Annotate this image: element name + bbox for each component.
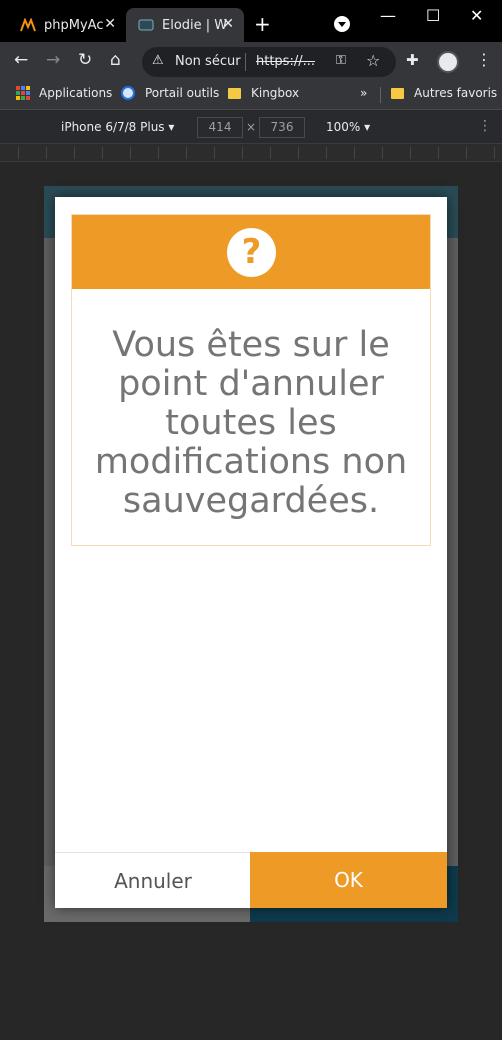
close-window-icon[interactable]: ✕ <box>470 6 483 25</box>
question-circle-icon: ? <box>227 228 276 277</box>
bookmark-autres-favoris[interactable]: Autres favoris <box>391 86 497 100</box>
confirm-dialog: ? Vous êtes sur le point d'annuler toute… <box>55 197 447 908</box>
zoom-select[interactable]: 100% ▾ <box>326 120 370 134</box>
dialog-header: ? <box>72 215 430 289</box>
forward-icon[interactable]: → <box>46 50 60 70</box>
warning-icon[interactable]: ⚠ <box>152 53 164 68</box>
address-bar[interactable]: ⚠ Non sécur https://... ⚿ ☆ <box>142 47 396 77</box>
tab-label: phpMyAc <box>44 17 104 33</box>
tab-phpmyadmin[interactable]: phpMyAc ✕ <box>0 8 126 42</box>
tab-strip: phpMyAc ✕ Elodie | W ✕ + — ☐ ✕ <box>0 0 502 42</box>
bookmark-label: Autres favoris <box>414 86 498 100</box>
media-query-ruler <box>0 144 502 162</box>
key-icon[interactable]: ⚿ <box>336 53 346 68</box>
bookmarks-overflow-button[interactable]: » <box>360 86 367 100</box>
folder-icon <box>228 87 241 99</box>
bookmark-applications[interactable]: Applications <box>16 86 112 100</box>
height-input[interactable]: 736 <box>259 117 305 138</box>
cancel-button[interactable]: Annuler <box>55 852 251 908</box>
menu-icon[interactable]: ⋮ <box>476 50 492 69</box>
phpmyadmin-icon <box>20 18 36 32</box>
width-input[interactable]: 414 <box>197 117 243 138</box>
maximize-icon[interactable]: ☐ <box>426 6 440 25</box>
security-status[interactable]: Non sécur <box>175 54 241 69</box>
bookmark-label: Portail outils <box>145 86 220 100</box>
bookmark-portail-outils[interactable]: Portail outils <box>121 86 219 100</box>
device-select[interactable]: iPhone 6/7/8 Plus ▾ <box>61 120 174 134</box>
portal-icon <box>121 86 135 100</box>
bookmark-kingbox[interactable]: Kingbox <box>228 86 299 100</box>
folder-icon <box>391 87 404 99</box>
tab-label: Elodie | W <box>162 17 228 33</box>
bookmark-label: Applications <box>39 86 113 100</box>
device-menu-icon[interactable]: ⋮ <box>478 118 492 134</box>
browser-toolbar: ← → ↻ ⌂ ⚠ Non sécur https://... ⚿ ☆ ✚ ⋮ <box>0 42 502 80</box>
tab-elodie[interactable]: Elodie | W ✕ <box>126 8 244 42</box>
times-icon: × <box>246 120 257 134</box>
minimize-icon[interactable]: — <box>380 6 396 25</box>
ok-button[interactable]: OK <box>250 852 447 908</box>
close-tab-icon[interactable]: ✕ <box>222 16 234 32</box>
home-icon[interactable]: ⌂ <box>110 50 121 70</box>
tab-search-icon[interactable] <box>334 16 350 32</box>
reload-icon[interactable]: ↻ <box>78 50 92 70</box>
bookmark-label: Kingbox <box>251 86 300 100</box>
profile-avatar[interactable] <box>437 51 459 73</box>
back-icon[interactable]: ← <box>14 50 28 70</box>
device-toolbar: iPhone 6/7/8 Plus ▾ 414 × 736 100% ▾ ⋮ <box>0 111 502 144</box>
bookmarks-bar: Applications Portail outils Kingbox » Au… <box>0 80 502 110</box>
site-icon <box>138 19 154 31</box>
divider <box>245 53 246 71</box>
close-tab-icon[interactable]: ✕ <box>104 16 116 32</box>
extensions-icon[interactable]: ✚ <box>406 51 419 69</box>
url-text[interactable]: https://... <box>256 54 315 69</box>
dialog-content: ? Vous êtes sur le point d'annuler toute… <box>71 214 431 546</box>
bookmark-star-icon[interactable]: ☆ <box>366 51 380 70</box>
dialog-message: Vous êtes sur le point d'annuler toutes … <box>94 325 408 521</box>
new-tab-icon[interactable]: + <box>254 12 271 36</box>
divider <box>380 87 381 103</box>
apps-grid-icon <box>16 86 30 100</box>
